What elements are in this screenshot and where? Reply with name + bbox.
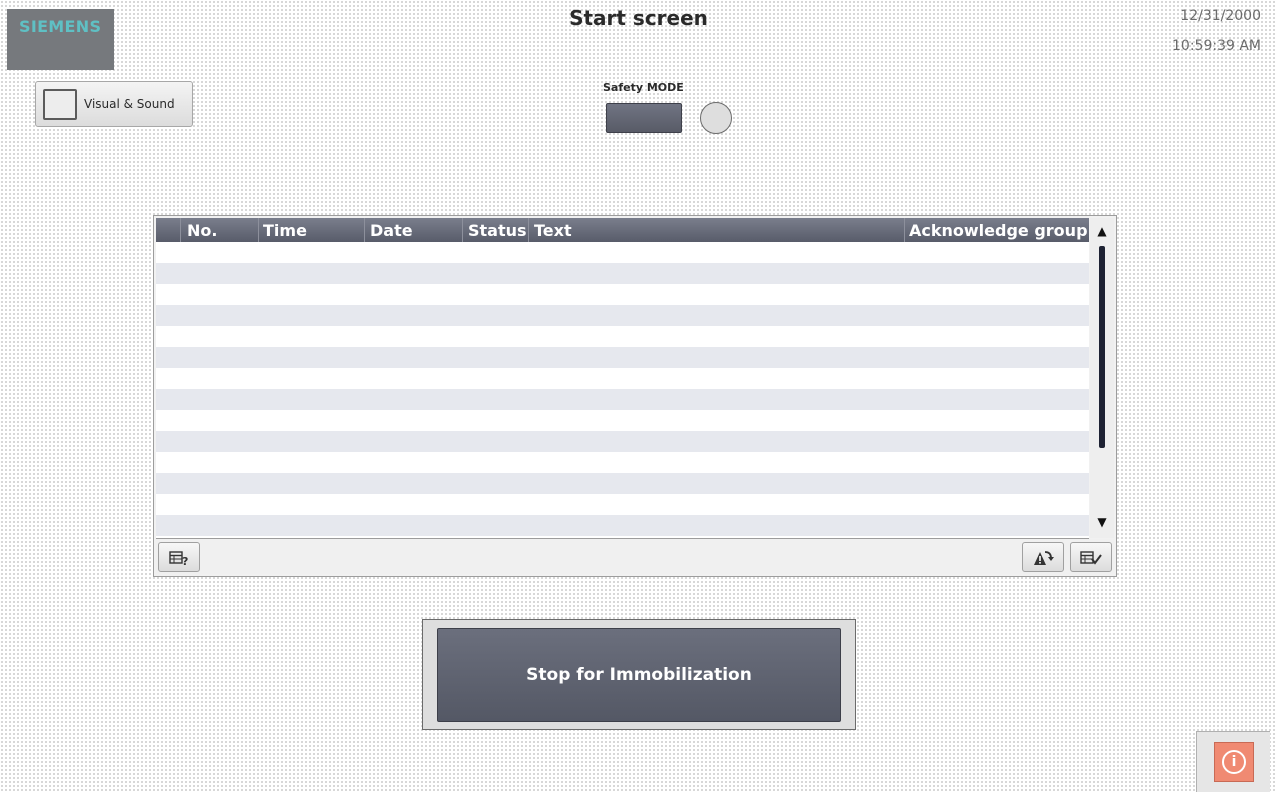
table-row[interactable] bbox=[156, 515, 1089, 536]
column-header-time[interactable]: Time bbox=[263, 221, 307, 240]
alarm-toolbar: ? bbox=[156, 539, 1114, 574]
table-row[interactable] bbox=[156, 410, 1089, 431]
alarm-table-body bbox=[156, 242, 1089, 539]
safety-mode-label: Safety MODE bbox=[603, 81, 684, 94]
column-header-acknowledge-group[interactable]: Acknowledge group bbox=[909, 221, 1088, 240]
visual-sound-button[interactable]: Visual & Sound bbox=[35, 81, 193, 127]
stop-for-immobilization-button[interactable]: Stop for Immobilization bbox=[437, 628, 841, 722]
visual-sound-indicator bbox=[43, 89, 77, 120]
table-row[interactable] bbox=[156, 326, 1089, 347]
alarm-table-header: No. Time Date Status Text Acknowledge gr… bbox=[156, 218, 1089, 242]
vertical-scrollbar[interactable]: ▲ ▼ bbox=[1090, 218, 1114, 538]
time-display: 10:59:39 AM bbox=[1172, 38, 1261, 54]
alarm-help-button[interactable]: ? bbox=[158, 542, 200, 572]
table-row[interactable] bbox=[156, 431, 1089, 452]
table-row[interactable] bbox=[156, 389, 1089, 410]
svg-text:?: ? bbox=[182, 555, 188, 566]
table-row[interactable] bbox=[156, 263, 1089, 284]
column-separator bbox=[180, 218, 181, 242]
column-separator bbox=[528, 218, 529, 242]
column-header-date[interactable]: Date bbox=[370, 221, 413, 240]
info-button[interactable]: i bbox=[1214, 742, 1254, 782]
info-button-frame: i bbox=[1196, 731, 1270, 792]
scroll-up-arrow-icon[interactable]: ▲ bbox=[1090, 224, 1114, 238]
page-title: Start screen bbox=[569, 6, 708, 30]
table-row[interactable] bbox=[156, 473, 1089, 494]
scroll-down-arrow-icon[interactable]: ▼ bbox=[1090, 515, 1114, 529]
alarm-acknowledge-icon bbox=[1080, 550, 1102, 565]
column-header-status[interactable]: Status bbox=[468, 221, 527, 240]
alarm-view: No. Time Date Status Text Acknowledge gr… bbox=[153, 215, 1117, 577]
table-row[interactable] bbox=[156, 242, 1089, 263]
alarm-loop-in-button[interactable] bbox=[1022, 542, 1064, 572]
column-separator bbox=[904, 218, 905, 242]
table-row[interactable] bbox=[156, 494, 1089, 515]
alarm-loop-in-icon bbox=[1034, 550, 1054, 565]
info-icon: i bbox=[1222, 750, 1246, 774]
alarm-acknowledge-button[interactable] bbox=[1070, 542, 1112, 572]
safety-mode-lamp bbox=[700, 102, 732, 134]
column-header-text[interactable]: Text bbox=[534, 221, 572, 240]
scrollbar-thumb[interactable] bbox=[1099, 246, 1105, 448]
visual-sound-label: Visual & Sound bbox=[84, 97, 175, 111]
table-row[interactable] bbox=[156, 305, 1089, 326]
column-separator bbox=[364, 218, 365, 242]
table-row[interactable] bbox=[156, 284, 1089, 305]
safety-mode-button[interactable] bbox=[606, 103, 682, 133]
table-row[interactable] bbox=[156, 368, 1089, 389]
alarm-help-icon: ? bbox=[169, 550, 188, 568]
column-separator bbox=[462, 218, 463, 242]
stop-button-frame: Stop for Immobilization bbox=[422, 619, 856, 730]
date-display: 12/31/2000 bbox=[1180, 8, 1261, 24]
column-header-no[interactable]: No. bbox=[187, 221, 217, 240]
table-row[interactable] bbox=[156, 347, 1089, 368]
column-separator bbox=[258, 218, 259, 242]
table-row[interactable] bbox=[156, 452, 1089, 473]
